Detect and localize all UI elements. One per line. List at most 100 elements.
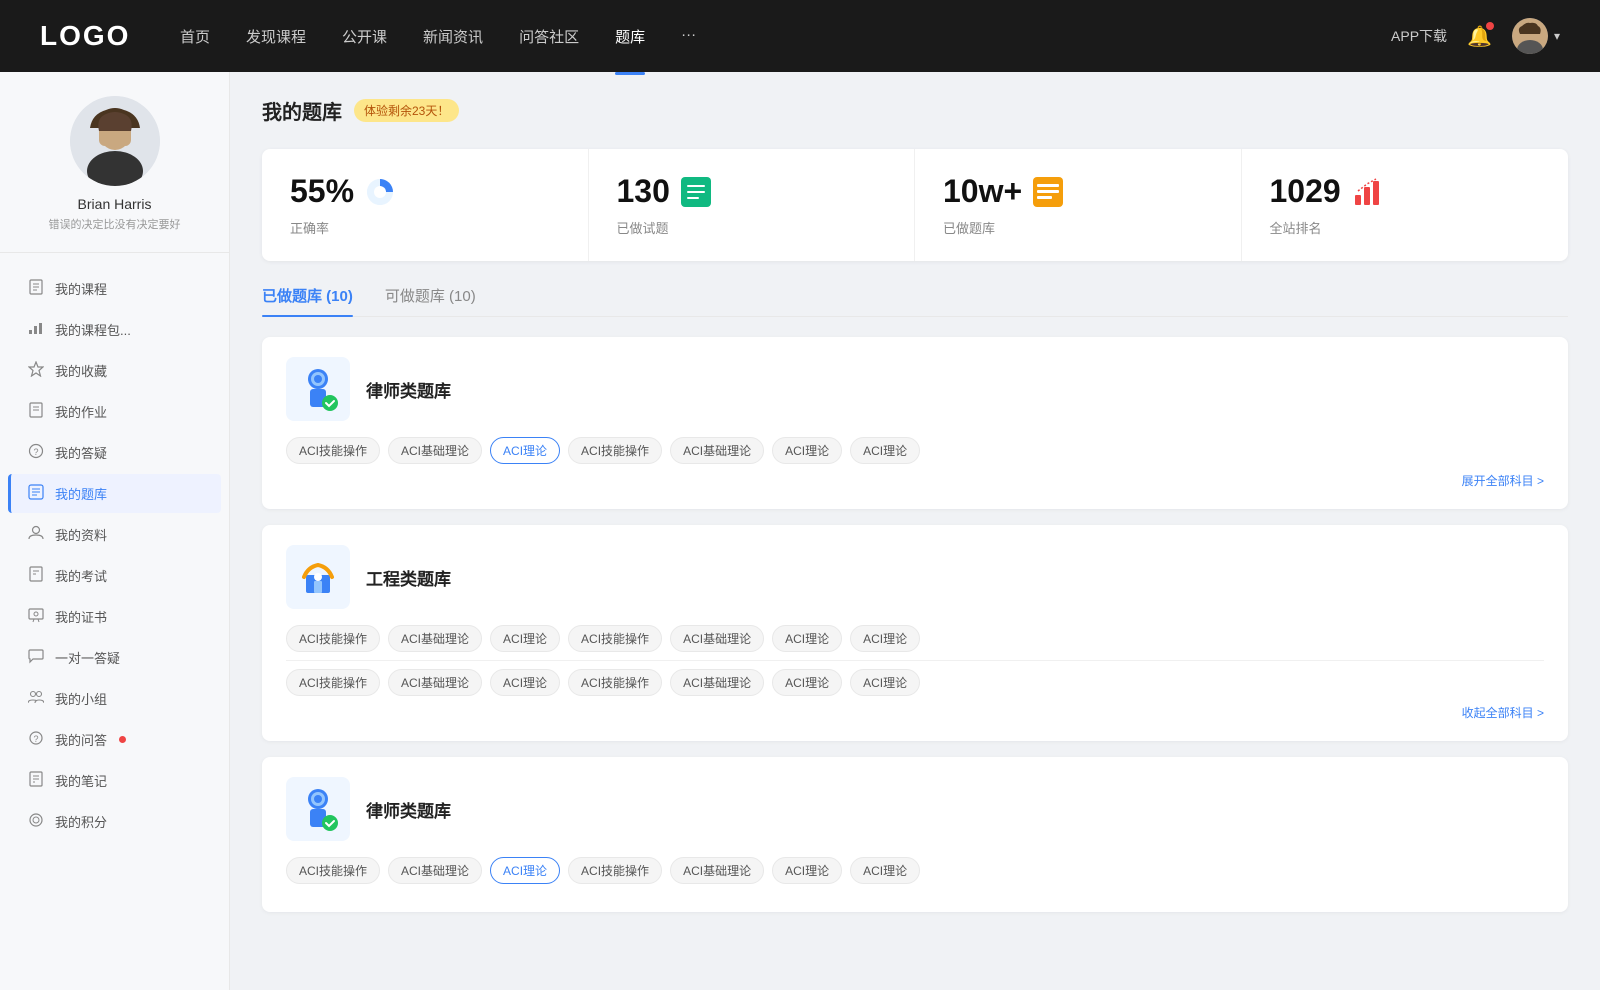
tag[interactable]: ACI技能操作 bbox=[286, 669, 380, 696]
tab-available[interactable]: 可做题库 (10) bbox=[385, 285, 476, 316]
card-title: 律师类题库 bbox=[366, 377, 451, 402]
stat-rank: 1029 全站排名 bbox=[1242, 149, 1569, 261]
sidebar-item-label: 我的积分 bbox=[55, 812, 107, 831]
tags-row-2a: ACI技能操作 ACI基础理论 ACI理论 ACI技能操作 ACI基础理论 AC… bbox=[286, 625, 1544, 652]
sidebar-item-label: 我的问答 bbox=[55, 730, 107, 749]
sidebar-item-qa[interactable]: ? 我的答疑 bbox=[8, 433, 221, 472]
sidebar: Brian Harris 错误的决定比没有决定要好 我的课程 我的课程包... bbox=[0, 72, 230, 990]
expand-toggle[interactable]: 展开全部科目 > bbox=[1462, 472, 1544, 489]
quiz-bank-card-lawyer-2: 律师类题库 ACI技能操作 ACI基础理论 ACI理论 ACI技能操作 ACI基… bbox=[262, 757, 1568, 912]
notification-dot bbox=[1486, 22, 1494, 30]
tag[interactable]: ACI基础理论 bbox=[388, 625, 482, 652]
tag[interactable]: ACI技能操作 bbox=[568, 857, 662, 884]
bar-chart-red-icon bbox=[1351, 176, 1383, 208]
sidebar-item-my-qa[interactable]: ? 我的问答 bbox=[8, 720, 221, 759]
tag[interactable]: ACI理论 bbox=[490, 669, 560, 696]
points-icon bbox=[27, 812, 45, 831]
nav-more[interactable]: ··· bbox=[681, 22, 696, 51]
tag[interactable]: ACI基础理论 bbox=[670, 437, 764, 464]
tag[interactable]: ACI理论 bbox=[850, 437, 920, 464]
tag[interactable]: ACI技能操作 bbox=[286, 857, 380, 884]
sidebar-item-favorites[interactable]: 我的收藏 bbox=[8, 351, 221, 390]
divider bbox=[286, 660, 1544, 661]
tag[interactable]: ACI理论 bbox=[490, 625, 560, 652]
sidebar-item-exam[interactable]: 我的考试 bbox=[8, 556, 221, 595]
sidebar-item-label: 我的资料 bbox=[55, 525, 107, 544]
tag[interactable]: ACI理论 bbox=[772, 625, 842, 652]
tag[interactable]: ACI技能操作 bbox=[568, 437, 662, 464]
sidebar-item-1on1[interactable]: 一对一答疑 bbox=[8, 638, 221, 677]
nav-qa[interactable]: 问答社区 bbox=[519, 22, 579, 51]
avatar bbox=[1512, 18, 1548, 54]
notification-bell[interactable]: 🔔 bbox=[1467, 24, 1492, 49]
sidebar-item-my-courses[interactable]: 我的课程 bbox=[8, 269, 221, 308]
tag[interactable]: ACI理论 bbox=[772, 669, 842, 696]
sidebar-item-label: 我的证书 bbox=[55, 607, 107, 626]
tag[interactable]: ACI理论 bbox=[850, 669, 920, 696]
notes-icon bbox=[27, 771, 45, 790]
tag[interactable]: ACI基础理论 bbox=[388, 857, 482, 884]
sidebar-item-label: 我的答疑 bbox=[55, 443, 107, 462]
sidebar-item-label: 我的题库 bbox=[55, 484, 107, 503]
stat-label-rank: 全站排名 bbox=[1270, 218, 1541, 237]
lawyer-icon-2 bbox=[286, 777, 350, 841]
profile-motto: 错误的决定比没有决定要好 bbox=[20, 216, 209, 232]
sidebar-item-notes[interactable]: 我的笔记 bbox=[8, 761, 221, 800]
card-title: 工程类题库 bbox=[366, 565, 451, 590]
stat-accuracy: 55% 正确率 bbox=[262, 149, 589, 261]
stat-label-accuracy: 正确率 bbox=[290, 218, 560, 237]
group-icon bbox=[27, 689, 45, 708]
nav-open-course[interactable]: 公开课 bbox=[342, 22, 387, 51]
tag[interactable]: ACI基础理论 bbox=[670, 669, 764, 696]
nav-quiz[interactable]: 题库 bbox=[615, 22, 645, 51]
logo: LOGO bbox=[40, 20, 140, 52]
trial-badge: 体验剩余23天！ bbox=[354, 99, 459, 122]
tag[interactable]: ACI基础理论 bbox=[388, 437, 482, 464]
tag[interactable]: ACI技能操作 bbox=[568, 669, 662, 696]
header: LOGO 首页 发现课程 公开课 新闻资讯 问答社区 题库 ··· APP下载 … bbox=[0, 0, 1600, 72]
tag-active[interactable]: ACI理论 bbox=[490, 857, 560, 884]
tag[interactable]: ACI基础理论 bbox=[670, 625, 764, 652]
tag[interactable]: ACI理论 bbox=[772, 437, 842, 464]
stat-banks-done: 10w+ 已做题库 bbox=[915, 149, 1242, 261]
tag[interactable]: ACI技能操作 bbox=[286, 625, 380, 652]
tags-row-3: ACI技能操作 ACI基础理论 ACI理论 ACI技能操作 ACI基础理论 AC… bbox=[286, 857, 1544, 884]
tag[interactable]: ACI技能操作 bbox=[568, 625, 662, 652]
stat-value-banks: 10w+ bbox=[943, 173, 1022, 210]
course-icon bbox=[27, 279, 45, 298]
page-layout: Brian Harris 错误的决定比没有决定要好 我的课程 我的课程包... bbox=[0, 72, 1600, 990]
tags-row-1: ACI技能操作 ACI基础理论 ACI理论 ACI技能操作 ACI基础理论 AC… bbox=[286, 437, 1544, 464]
stat-label-questions: 已做试题 bbox=[617, 218, 887, 237]
stat-questions-done: 130 已做试题 bbox=[589, 149, 916, 261]
stats-row: 55% 正确率 130 bbox=[262, 149, 1568, 261]
stat-value-questions: 130 bbox=[617, 173, 670, 210]
tag[interactable]: ACI理论 bbox=[772, 857, 842, 884]
tags-row-2b: ACI技能操作 ACI基础理论 ACI理论 ACI技能操作 ACI基础理论 AC… bbox=[286, 669, 1544, 696]
tag[interactable]: ACI基础理论 bbox=[388, 669, 482, 696]
tab-done[interactable]: 已做题库 (10) bbox=[262, 285, 353, 316]
sidebar-item-points[interactable]: 我的积分 bbox=[8, 802, 221, 841]
sidebar-item-profile[interactable]: 我的资料 bbox=[8, 515, 221, 554]
nav-home[interactable]: 首页 bbox=[180, 22, 210, 51]
tag[interactable]: ACI理论 bbox=[850, 857, 920, 884]
list-green-icon bbox=[680, 176, 712, 208]
sidebar-item-group[interactable]: 我的小组 bbox=[8, 679, 221, 718]
sidebar-item-homework[interactable]: 我的作业 bbox=[8, 392, 221, 431]
user-avatar-wrap[interactable]: ▾ bbox=[1512, 18, 1560, 54]
sidebar-item-certificate[interactable]: 我的证书 bbox=[8, 597, 221, 636]
sidebar-item-course-package[interactable]: 我的课程包... bbox=[8, 310, 221, 349]
sidebar-item-quiz-bank[interactable]: 我的题库 bbox=[8, 474, 221, 513]
bar-chart-icon bbox=[27, 320, 45, 339]
app-download-button[interactable]: APP下载 bbox=[1391, 26, 1447, 46]
tag[interactable]: ACI技能操作 bbox=[286, 437, 380, 464]
nav-discover[interactable]: 发现课程 bbox=[246, 22, 306, 51]
tag[interactable]: ACI理论 bbox=[850, 625, 920, 652]
certificate-icon bbox=[27, 607, 45, 626]
tag-active[interactable]: ACI理论 bbox=[490, 437, 560, 464]
nav-news[interactable]: 新闻资讯 bbox=[423, 22, 483, 51]
tag[interactable]: ACI基础理论 bbox=[670, 857, 764, 884]
profile-avatar bbox=[70, 96, 160, 186]
my-question-icon: ? bbox=[27, 730, 45, 749]
collapse-toggle[interactable]: 收起全部科目 > bbox=[1462, 704, 1544, 721]
stat-value-rank: 1029 bbox=[1270, 173, 1341, 210]
